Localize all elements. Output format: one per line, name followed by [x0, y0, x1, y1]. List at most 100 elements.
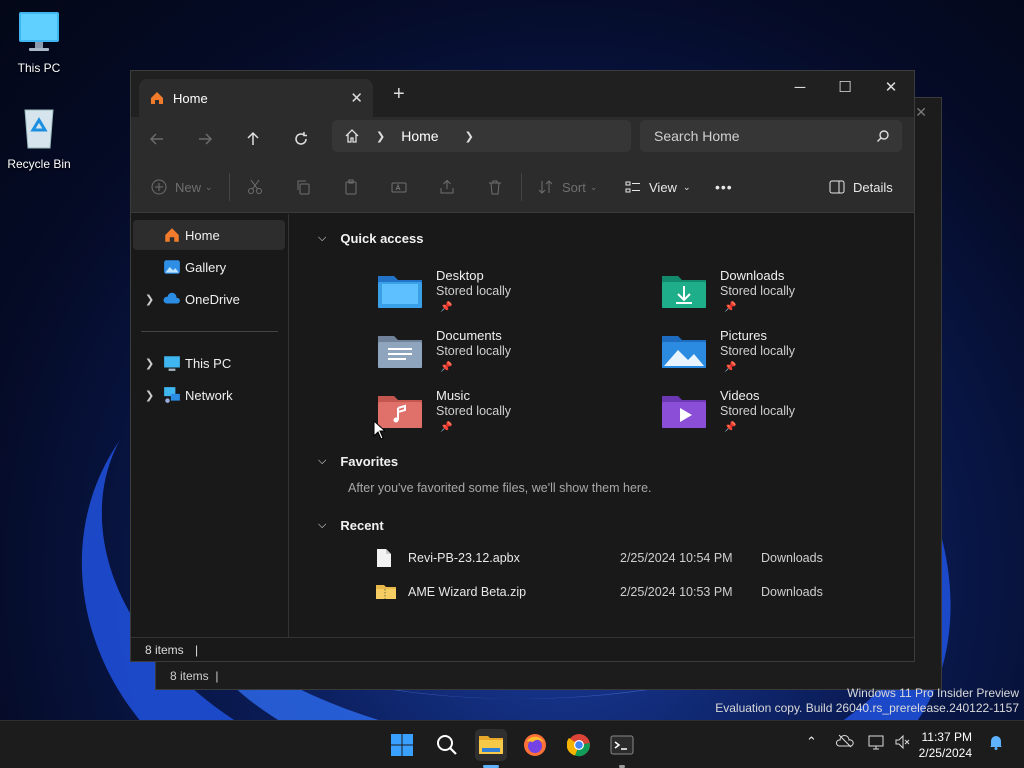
zip-folder-icon	[376, 585, 396, 599]
taskbar-chrome[interactable]	[563, 729, 595, 761]
chevron-down-icon[interactable]: ⌵	[318, 519, 326, 532]
file-location: Downloads	[761, 585, 823, 599]
up-arrow-icon[interactable]	[239, 125, 267, 153]
close-tab-icon[interactable]: ✕	[350, 89, 363, 107]
desktop-icon-label: Recycle Bin	[7, 157, 71, 171]
address-bar[interactable]: ❯ Home ❯	[332, 120, 631, 152]
chevron-right-icon[interactable]: ❯	[145, 389, 154, 402]
start-button[interactable]	[386, 729, 418, 761]
maximize-button[interactable]: ☐	[822, 71, 868, 103]
sort-icon	[538, 180, 553, 194]
quick-access-item-desktop[interactable]: Desktop Stored locally 📌	[378, 268, 578, 324]
documents-folder-icon	[378, 336, 422, 368]
notification-bell-icon[interactable]	[988, 734, 1004, 753]
terminal-icon	[610, 735, 634, 755]
quick-access-item-videos[interactable]: Videos Stored locally 📌	[662, 388, 862, 444]
tab-label: Home	[173, 90, 208, 106]
tab-home[interactable]: Home ✕	[139, 79, 373, 117]
section-quick-access[interactable]: ⌵ Quick access	[318, 231, 423, 246]
share-icon[interactable]	[439, 175, 455, 199]
favorites-empty-message: After you've favorited some files, we'll…	[348, 481, 652, 495]
quick-access-item-documents[interactable]: Documents Stored locally 📌	[378, 328, 578, 384]
search-input[interactable]: Search Home	[640, 120, 902, 152]
chevron-right-icon[interactable]: ❯	[145, 357, 154, 370]
file-name: AME Wizard Beta.zip	[408, 585, 527, 599]
show-hidden-icons-chevron-up-icon[interactable]: ⌃	[806, 734, 817, 750]
minimize-button[interactable]: ─	[777, 71, 823, 103]
file-date: 2/25/2024 10:54 PM	[620, 551, 733, 565]
copy-icon[interactable]	[295, 175, 311, 199]
pin-icon: 📌	[724, 302, 737, 313]
firefox-icon	[524, 734, 546, 756]
search-button[interactable]	[431, 729, 463, 761]
evaluation-watermark: Windows 11 Pro Insider Preview Evaluatio…	[715, 686, 1019, 715]
system-clock[interactable]: 11:37 PM 2/25/2024	[919, 729, 972, 761]
file-explorer-icon	[479, 736, 503, 754]
file-location: Downloads	[761, 551, 823, 565]
sidebar-item-onedrive[interactable]: ❯ OneDrive	[133, 284, 285, 314]
close-icon[interactable]: ✕	[915, 104, 927, 121]
new-tab-button[interactable]: +	[393, 84, 405, 104]
chevron-down-icon[interactable]: ⌵	[318, 232, 326, 245]
quick-access-item-pictures[interactable]: Pictures Stored locally 📌	[662, 328, 862, 384]
sidebar-divider	[141, 331, 278, 332]
new-button[interactable]: New ⌄	[151, 175, 213, 199]
view-button[interactable]: View ⌄	[625, 175, 691, 199]
pin-icon: 📌	[724, 422, 737, 433]
file-explorer-window[interactable]: Home ✕ + ─ ☐ ✕ ❯ Home ❯ Search Home New …	[130, 70, 915, 662]
details-button[interactable]: Details	[829, 175, 893, 199]
network-icon	[164, 387, 180, 403]
more-options-button[interactable]: •••	[715, 175, 733, 199]
chevron-down-icon[interactable]: ⌵	[318, 455, 326, 468]
chevron-right-icon[interactable]: ❯	[145, 293, 154, 306]
home-icon	[151, 92, 163, 104]
search-icon	[437, 735, 457, 755]
desktop-icon-recycle-bin[interactable]: Recycle Bin	[0, 106, 79, 171]
sidebar-item-this-pc[interactable]: ❯ This PC	[133, 348, 285, 378]
sidebar-item-network[interactable]: ❯ Network	[133, 380, 285, 410]
taskbar: ⌃ 11:37 PM 2/25/2024	[0, 720, 1024, 768]
network-icon[interactable]	[868, 734, 886, 753]
quick-access-item-downloads[interactable]: Downloads Stored locally 📌	[662, 268, 862, 324]
pin-icon: 📌	[440, 302, 453, 313]
quick-access-item-music[interactable]: Music Stored locally 📌	[378, 388, 578, 444]
chevron-right-icon[interactable]: ❯	[376, 130, 385, 143]
windows-logo-icon	[391, 734, 413, 756]
paste-icon[interactable]	[343, 175, 359, 199]
back-arrow-icon[interactable]	[143, 125, 171, 153]
close-button[interactable]: ✕	[868, 71, 914, 103]
sort-button[interactable]: Sort ⌄	[538, 175, 597, 199]
view-list-icon	[625, 181, 640, 193]
refresh-icon[interactable]	[287, 125, 315, 153]
taskbar-file-explorer[interactable]	[475, 729, 507, 761]
cloud-icon	[163, 292, 180, 304]
sidebar-item-home[interactable]: Home	[133, 220, 285, 250]
section-favorites[interactable]: ⌵ Favorites	[318, 454, 398, 469]
pictures-folder-icon	[662, 336, 706, 368]
cut-icon[interactable]	[247, 175, 263, 199]
pin-icon: 📌	[440, 362, 453, 373]
forward-arrow-icon[interactable]	[191, 125, 219, 153]
toolbar-divider	[229, 173, 230, 201]
delete-icon[interactable]	[487, 175, 503, 199]
home-outline-icon	[345, 129, 359, 143]
breadcrumb-home[interactable]: Home	[401, 128, 438, 144]
home-icon	[165, 228, 179, 242]
desktop-icon-this-pc[interactable]: This PC	[0, 10, 79, 75]
status-item-count: 8 items	[145, 643, 184, 657]
sidebar-item-gallery[interactable]: Gallery	[133, 252, 285, 282]
volume-muted-icon[interactable]	[894, 734, 912, 753]
section-recent[interactable]: ⌵ Recent	[318, 518, 384, 533]
recent-file-row[interactable]: AME Wizard Beta.zip 2/25/2024 10:53 PM D…	[376, 580, 896, 604]
chevron-right-icon[interactable]: ❯	[465, 130, 474, 143]
videos-folder-icon	[662, 396, 706, 428]
desktop-folder-icon	[378, 276, 422, 308]
title-bar[interactable]: Home ✕ + ─ ☐ ✕	[131, 71, 914, 117]
taskbar-terminal[interactable]	[606, 729, 638, 761]
taskbar-firefox[interactable]	[519, 729, 551, 761]
computer-icon	[19, 12, 59, 51]
status-divider: |	[195, 643, 199, 657]
rename-icon[interactable]	[391, 175, 407, 199]
onedrive-offline-icon[interactable]	[835, 734, 854, 751]
recent-file-row[interactable]: Revi-PB-23.12.apbx 2/25/2024 10:54 PM Do…	[376, 546, 896, 570]
